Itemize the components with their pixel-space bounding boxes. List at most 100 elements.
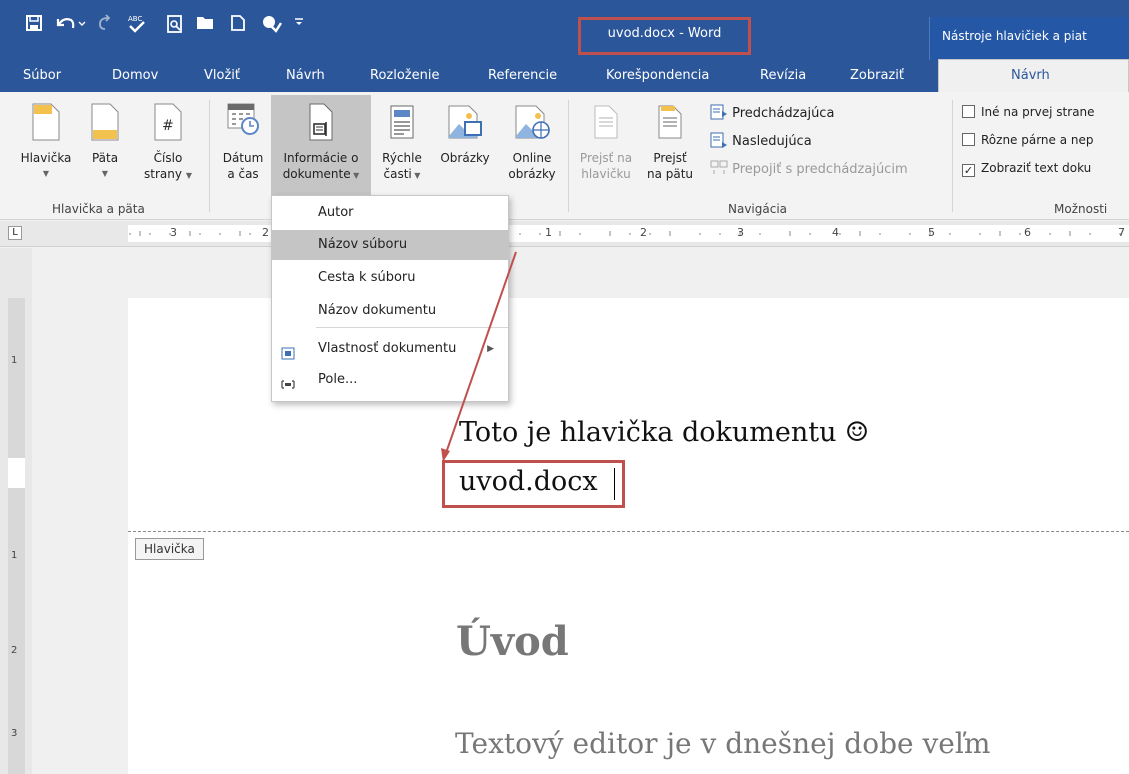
quick-parts-button[interactable]: Rýchle časti ▼	[374, 102, 430, 184]
new-icon[interactable]	[228, 14, 248, 36]
online-pictures-button[interactable]: Online obrázky	[500, 102, 564, 182]
online-pictures-label-1: Online	[512, 151, 552, 165]
goto-footer-label-2: na pätu	[646, 167, 694, 181]
header-text-line[interactable]: Toto je hlavička dokumentu ☺	[459, 417, 869, 448]
footer-button[interactable]: Päta ▼	[80, 102, 130, 182]
menu-item-author[interactable]: Autor	[272, 198, 508, 228]
context-tab-title: Nástroje hlavičiek a piat	[942, 29, 1087, 43]
ruler-number: 5	[928, 226, 935, 239]
ruler-number: 1	[545, 226, 552, 239]
document-info-label-1: Informácie o	[283, 151, 359, 165]
tab-layout[interactable]: Rozloženie	[370, 68, 439, 83]
tab-references[interactable]: Referencie	[488, 68, 557, 83]
next-icon	[710, 132, 727, 148]
menu-item-label: Cesta k súboru	[318, 270, 416, 285]
goto-footer-icon	[658, 105, 682, 139]
header-tag: Hlavička	[135, 538, 204, 560]
tab-mailings[interactable]: Korešpondencia	[606, 68, 709, 83]
menu-item-label: Pole...	[318, 372, 358, 387]
menu-item-field[interactable]: Pole...	[272, 365, 508, 395]
spelling-icon[interactable]: ABC	[125, 14, 149, 36]
tab-view[interactable]: Zobraziť	[850, 68, 904, 83]
next-button[interactable]: Nasledujúca	[710, 132, 812, 149]
touch-mode-icon[interactable]	[258, 14, 284, 36]
tab-design[interactable]: Návrh	[286, 68, 325, 83]
menu-item-document-title[interactable]: Názov dokumentu	[272, 296, 508, 326]
header-boundary-line	[128, 531, 1129, 532]
ruler-number: 6	[1024, 226, 1031, 239]
online-pictures-icon	[515, 105, 550, 139]
group-separator	[952, 100, 953, 212]
different-first-page-checkbox[interactable]: Iné na prvej strane	[962, 105, 1095, 119]
menu-item-label: Názov dokumentu	[318, 303, 437, 318]
customize-icon[interactable]	[292, 14, 306, 36]
tab-header-footer-design[interactable]: Návrh	[938, 59, 1129, 93]
pictures-button[interactable]: Obrázky	[432, 102, 498, 166]
footer-label: Päta	[91, 151, 119, 165]
ruler-number: 1	[11, 355, 18, 366]
svg-text:ABC: ABC	[128, 15, 142, 23]
page-number-icon: #	[154, 103, 182, 141]
previous-label: Predchádzajúca	[732, 106, 835, 121]
ribbon: Hlavička ▼ Päta ▼ # Číslo strany ▼ Hlavi…	[0, 92, 1129, 220]
link-to-previous-button[interactable]: Prepojiť s predchádzajúcim	[710, 160, 908, 177]
link-previous-icon	[710, 160, 728, 174]
quick-parts-label-2: časti	[383, 167, 412, 181]
checkbox-box	[962, 133, 975, 146]
document-property-icon	[281, 342, 295, 360]
undo-icon[interactable]	[52, 14, 88, 36]
pictures-icon	[448, 105, 482, 139]
document-heading[interactable]: Úvod	[456, 618, 569, 665]
date-time-button[interactable]: Dátum a čas	[215, 102, 271, 182]
show-document-text-checkbox[interactable]: ✓ Zobraziť text doku	[962, 161, 1091, 177]
header-label: Hlavička	[20, 151, 72, 165]
goto-footer-button[interactable]: Prejsť na pätu	[640, 102, 700, 182]
tab-insert[interactable]: Vložiť	[204, 68, 240, 83]
menu-item-label: Autor	[318, 205, 354, 220]
tab-home[interactable]: Domov	[112, 68, 158, 83]
page-number-label-2: strany	[144, 167, 182, 181]
menu-item-file-name[interactable]: Názov súboru	[272, 230, 508, 260]
link-to-previous-label: Prepojiť s predchádzajúcim	[732, 162, 908, 177]
ruler-number: 1	[11, 550, 18, 561]
header-icon	[32, 103, 60, 141]
goto-footer-label-1: Prejsť	[653, 151, 687, 165]
checkmark-icon: ✓	[962, 164, 975, 177]
vertical-ruler[interactable]: 1 1 2 3	[0, 248, 32, 774]
tab-header-footer-design-label: Návrh	[1011, 68, 1050, 83]
header-button[interactable]: Hlavička ▼	[16, 102, 76, 182]
goto-header-icon	[594, 105, 618, 139]
menu-separator	[316, 327, 508, 328]
print-preview-icon[interactable]	[164, 14, 186, 36]
document-info-icon	[309, 103, 333, 141]
horizontal-ruler[interactable]: L 3 2 1 2 3 4 5 6 7	[0, 221, 1129, 247]
save-icon[interactable]	[24, 14, 44, 36]
ruler-number: 2	[262, 226, 269, 239]
goto-header-label-2: hlavičku	[581, 167, 631, 181]
vertical-ruler-body	[8, 298, 25, 774]
previous-button[interactable]: Predchádzajúca	[710, 104, 834, 121]
page-number-button[interactable]: # Číslo strany ▼	[133, 102, 203, 184]
footer-icon	[91, 103, 119, 141]
group-separator	[209, 100, 210, 212]
vertical-ruler-margin	[8, 458, 25, 488]
quick-parts-label-1: Rýchle	[382, 151, 422, 165]
redo-icon[interactable]	[94, 14, 114, 36]
goto-header-button[interactable]: Prejsť na hlavičku	[574, 102, 638, 182]
tab-review[interactable]: Revízia	[760, 68, 806, 83]
menu-item-file-path[interactable]: Cesta k súboru	[272, 263, 508, 293]
title-bar: ABC uvod.docx - Word Nástroje hlavičiek …	[0, 0, 1129, 60]
next-label: Nasledujúca	[732, 134, 812, 149]
tab-file[interactable]: Súbor	[23, 68, 61, 83]
document-info-button[interactable]: Informácie o dokumente ▼	[271, 102, 371, 184]
different-first-page-label: Iné na prvej strane	[981, 105, 1095, 119]
menu-item-document-property[interactable]: Vlastnosť dokumentu ▶	[272, 334, 508, 364]
tab-selector[interactable]: L	[8, 226, 22, 240]
date-time-label-1: Dátum	[222, 151, 264, 165]
open-icon[interactable]	[194, 14, 218, 36]
group-label-header-footer: Hlavička a päta	[52, 202, 145, 216]
quick-parts-icon	[390, 105, 414, 139]
group-label-options: Možnosti	[1054, 202, 1108, 216]
document-body-text[interactable]: Textový editor je v dnešnej dobe veľm	[455, 727, 990, 760]
different-odd-even-checkbox[interactable]: Rôzne párne a nep	[962, 133, 1094, 147]
